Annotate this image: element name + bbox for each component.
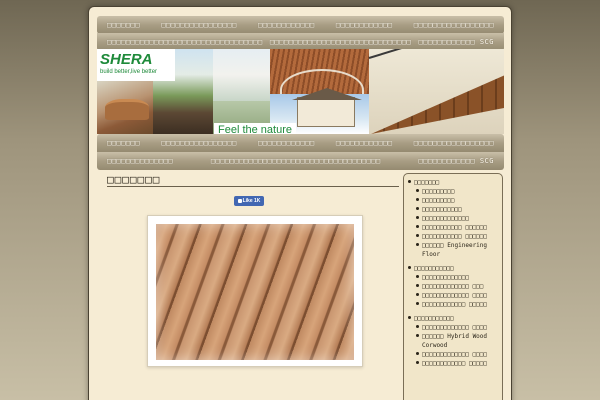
sidebar-group: □□□□□□□ □□□□□□□□□ □□□□□□□□□ □□□□□□□□□□□ …	[408, 178, 498, 259]
banner-photo-building	[213, 49, 270, 101]
sidebar-item-label: □□□□□□□□□□□□□ □□□□	[422, 292, 488, 299]
bullet-icon	[416, 207, 419, 210]
bullet-icon	[416, 284, 419, 287]
nav-item[interactable]: □□□□□□□□□□□□	[258, 21, 315, 29]
banner-tagline: Feel the nature	[214, 123, 296, 134]
sidebar-item-label: □□□□□□□□□□□□ □□□□□	[422, 301, 488, 308]
sidebar-group: □□□□□□□□□□□ □□□□□□□□□□□□□ □□□□ □□□□□□ Hy…	[408, 314, 498, 368]
nav-item[interactable]: □□□□□□□	[107, 139, 140, 147]
bullet-icon	[408, 316, 411, 319]
sidebar-item[interactable]: □□□□□□ Hybrid Wood Corwood	[408, 332, 498, 350]
nav-item[interactable]: □□□□□□□□□□□□□□	[107, 157, 173, 165]
sidebar-item-label: □□□□□□□□□□□□□	[422, 274, 469, 281]
nav-item[interactable]: □□□□□□□□□□□□□□□□	[161, 139, 236, 147]
nav-item[interactable]: □□□□□□□□□□□□□□□□□□□□□□□□□□□□□□□□□	[107, 38, 263, 46]
bullet-icon	[416, 334, 419, 337]
logo-text: SHERA	[100, 51, 153, 68]
sidebar-group-title: □□□□□□□□□□□	[414, 265, 454, 272]
sidebar-item[interactable]: □□□□□□□□□□□□ □□□□□	[408, 300, 498, 309]
sidebar-item-label: □□□□□□□□□□□□ □□□□□	[422, 360, 488, 367]
deck-image-frame	[147, 215, 363, 367]
sidebar-item-label: □□□□□□□□□□□□□ □□□	[422, 283, 484, 290]
sidebar-group: □□□□□□□□□□□ □□□□□□□□□□□□□ □□□□□□□□□□□□□ …	[408, 264, 498, 309]
shera-logo[interactable]: SHERA build better,live better	[97, 49, 175, 81]
wood-deck-photo[interactable]	[156, 224, 354, 360]
sidebar-group-title: □□□□□□□	[414, 179, 440, 186]
sidebar-item[interactable]: □□□□□□□□□□□□□	[408, 214, 498, 223]
sidebar-item[interactable]: □□□□□□□□□□□□□ □□□□	[408, 291, 498, 300]
bullet-icon	[416, 325, 419, 328]
sidebar-item-label: □□□□□□□□□□□ □□□□□□	[422, 224, 488, 231]
sidebar-item[interactable]: □□□□□□□□□□□□□ □□□□	[408, 323, 498, 332]
nav-item[interactable]: □□□□□□□□□□□□□□□□□□□□□□□□□□□□□□	[270, 38, 411, 46]
bullet-icon	[416, 243, 419, 246]
sidebar-item[interactable]: □□□□□□□□□□□ □□□□□□	[408, 223, 498, 232]
nav-item[interactable]: □□□□□□□□□□□□	[336, 139, 393, 147]
bullet-icon	[408, 266, 411, 269]
sidebar-item-label: □□□□□□□□□□□□□	[422, 215, 469, 222]
nav-item[interactable]: □□□□□□□□□□□□	[336, 21, 393, 29]
bullet-icon	[416, 216, 419, 219]
sidebar-item[interactable]: □□□□□□ Engineering Floor	[408, 241, 498, 259]
bullet-icon	[416, 352, 419, 355]
sidebar-item[interactable]: □□□□□□□□□	[408, 196, 498, 205]
logo-tagline: build better,live better	[100, 69, 158, 75]
bottom-nav-row-1: □□□□□□□ □□□□□□□□□□□□□□□□ □□□□□□□□□□□□ □□…	[97, 134, 504, 152]
sidebar-item[interactable]: □□□□□□□□□□□□□ □□□	[408, 282, 498, 291]
sidebar-group-title: □□□□□□□□□□□	[414, 315, 454, 322]
sidebar-item-label: □□□□□□□□□□□	[422, 206, 462, 213]
sidebar-item[interactable]: □□□□□□□□□□□	[408, 205, 498, 214]
sidebar-group-heading[interactable]: □□□□□□□□□□□	[408, 314, 498, 323]
nav-item[interactable]: □□□□□□□□□□□□□□□□□□□□□□□□□□□□□□□□□□□□	[211, 157, 381, 165]
sidebar-item[interactable]: □□□□□□□□□□□□ □□□□□	[408, 359, 498, 368]
sidebar-item-label: □□□□□□□□□□□□□ □□□□	[422, 351, 488, 358]
nav-item[interactable]: □□□□□□□□□□□□□□□□□	[414, 21, 494, 29]
bullet-icon	[416, 361, 419, 364]
bullet-icon	[416, 234, 419, 237]
bullet-icon	[408, 180, 411, 183]
bullet-icon	[416, 293, 419, 296]
sidebar-item-label: □□□□□□□□□	[422, 197, 455, 204]
banner-photo-house	[292, 88, 362, 127]
page-container: □□□□□□□ □□□□□□□□□□□□□□□□ □□□□□□□□□□□□ □□…	[88, 6, 512, 400]
main-content: □□□□□□□ Like 1K □□□□□□□ □□□□□□□□□□□□□□□□…	[107, 173, 399, 400]
nav-item[interactable]: □□□□□□□	[107, 21, 140, 29]
nav-item[interactable]: □□□□□□□□□□□□□□□□	[161, 21, 236, 29]
fb-like-label: Like 1K	[242, 198, 261, 204]
sidebar-item-label: □□□□□□ Engineering Floor	[422, 242, 488, 258]
bottom-nav-row-2: □□□□□□□□□□□□□□ □□□□□□□□□□□□□□□□□□□□□□□□□…	[97, 152, 504, 170]
bullet-icon	[416, 198, 419, 201]
nav-item[interactable]: □□□□□□□□□□□□□□□□□	[414, 139, 494, 147]
sidebar-menu: □□□□□□□ □□□□□□□□□ □□□□□□□□□ □□□□□□□□□□□ …	[403, 173, 503, 400]
thumbs-up-icon	[237, 199, 242, 203]
sidebar-item[interactable]: □□□□□□□□□□□□□ □□□□	[408, 350, 498, 359]
nav-item[interactable]: □□□□□□□□□□□□	[258, 139, 315, 147]
bullet-icon	[416, 275, 419, 278]
sidebar-item[interactable]: □□□□□□□□□□□ □□□□□□	[408, 232, 498, 241]
bullet-icon	[416, 225, 419, 228]
sidebar-item[interactable]: □□□□□□□□□	[408, 187, 498, 196]
sidebar-item[interactable]: □□□□□□□□□□□□□	[408, 273, 498, 282]
bullet-icon	[416, 302, 419, 305]
facebook-like-button[interactable]: Like 1K	[234, 196, 264, 206]
header-banner: SHERA build better,live better Feel the …	[97, 49, 504, 134]
sidebar-group-heading[interactable]: □□□□□□□□□□□	[408, 264, 498, 273]
page-title: □□□□□□□	[107, 173, 399, 187]
sidebar-group-heading[interactable]: □□□□□□□	[408, 178, 498, 187]
top-nav-row-1: □□□□□□□ □□□□□□□□□□□□□□□□ □□□□□□□□□□□□ □□…	[97, 16, 504, 34]
sidebar-item-label: □□□□□□ Hybrid Wood Corwood	[422, 333, 488, 349]
nav-item[interactable]: □□□□□□□□□□□□ SCG	[419, 157, 494, 165]
nav-item[interactable]: □□□□□□□□□□□□ SCG	[419, 38, 494, 46]
sidebar-item-label: □□□□□□□□□	[422, 188, 455, 195]
sidebar-item-label: □□□□□□□□□□□□□ □□□□	[422, 324, 488, 331]
bullet-icon	[416, 189, 419, 192]
banner-photo-bench	[97, 81, 153, 134]
sidebar-item-label: □□□□□□□□□□□ □□□□□□	[422, 233, 488, 240]
